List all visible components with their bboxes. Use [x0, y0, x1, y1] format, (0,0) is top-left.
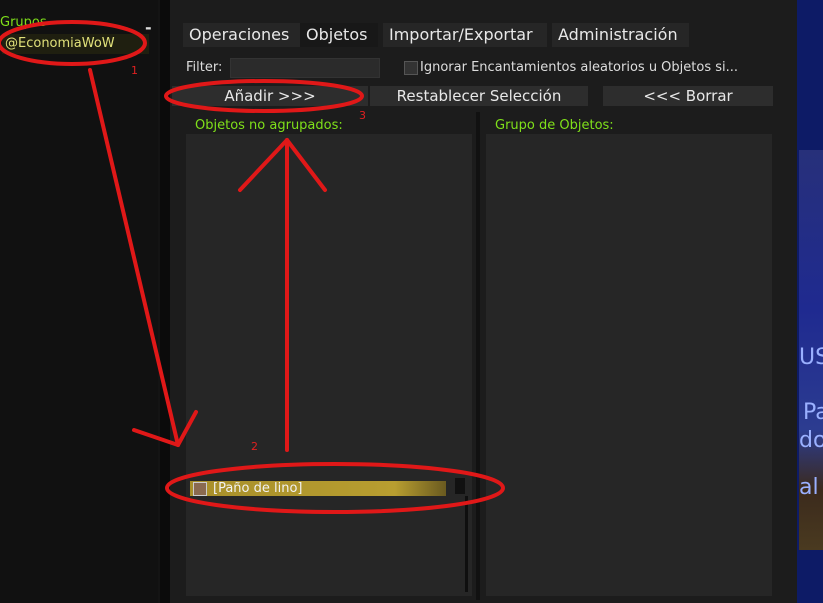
- annotation-ellipse-group: [0, 20, 147, 66]
- annotation-arrow-up-head-1: [238, 138, 289, 192]
- annotation-number-1: 1: [131, 64, 138, 77]
- annotation-number-2: 2: [251, 440, 258, 453]
- annotation-arrow-line: [88, 68, 180, 447]
- annotation-arrow-head-2: [176, 410, 198, 447]
- annotation-arrow-up-head-2: [285, 138, 327, 192]
- annotation-ellipse-add: [164, 79, 364, 113]
- annotation-ellipse-item: [165, 462, 505, 514]
- annotation-number-3: 3: [359, 109, 366, 122]
- annotation-overlay: [0, 20, 505, 514]
- annotation-arrow-head-1: [132, 428, 180, 447]
